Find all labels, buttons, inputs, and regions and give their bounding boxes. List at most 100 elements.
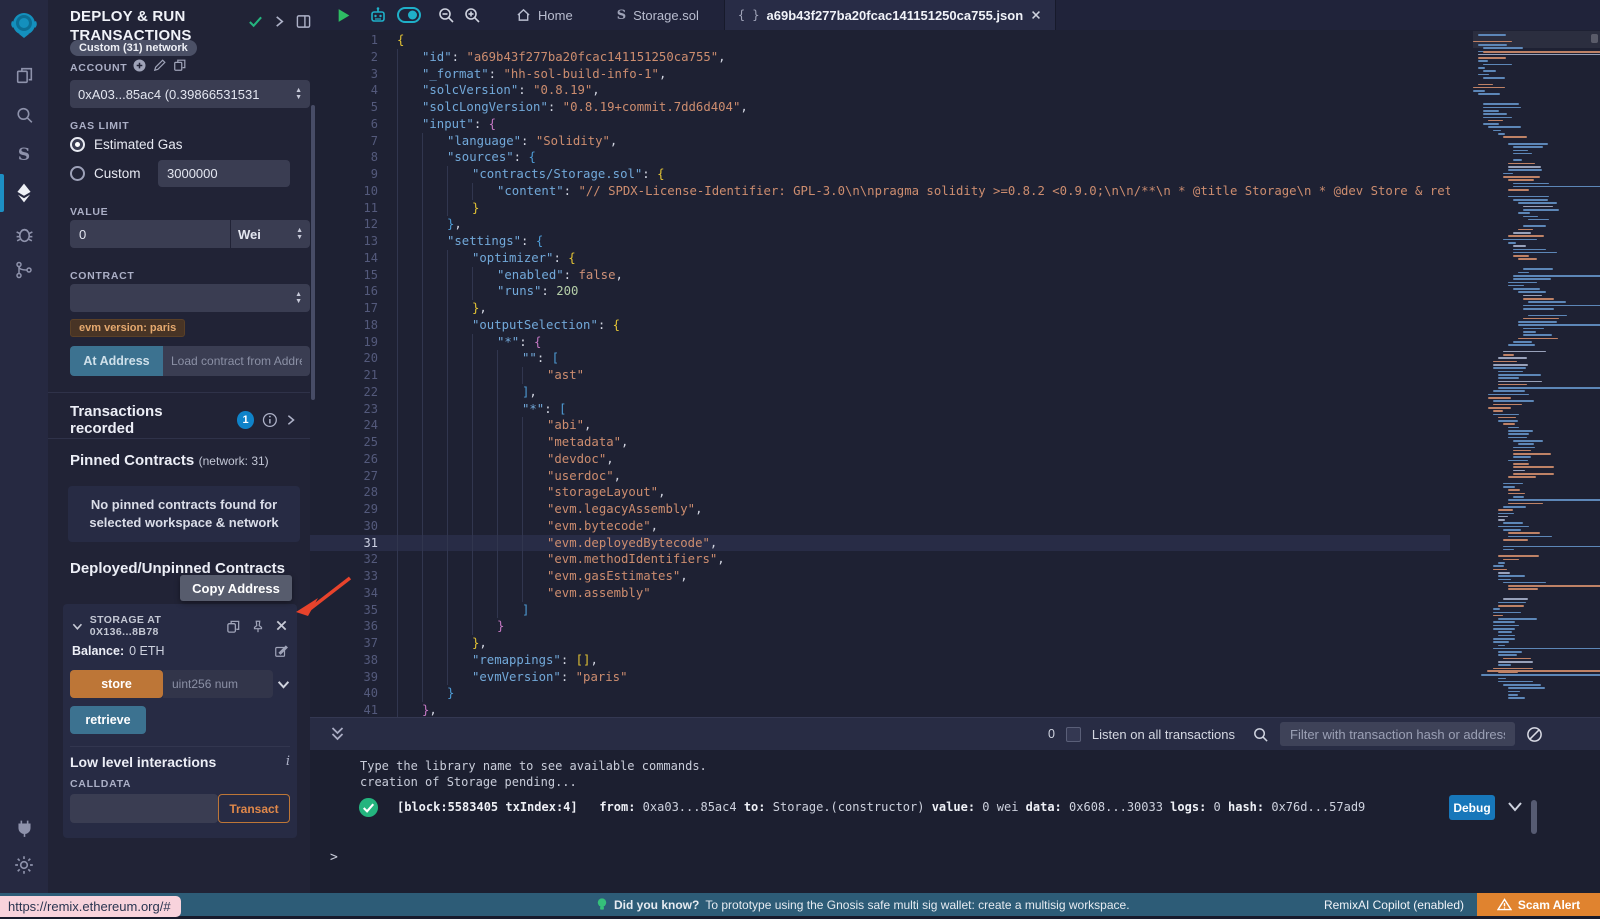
account-select[interactable]: 0xA03...85ac4 (0.39866531531 ▲▼ bbox=[70, 80, 310, 108]
chevron-right-icon[interactable] bbox=[274, 15, 285, 28]
value-unit-select[interactable]: Wei ▲▼ bbox=[231, 220, 310, 248]
search-icon[interactable] bbox=[0, 95, 48, 135]
stepper-icon[interactable]: ▲▼ bbox=[295, 87, 302, 101]
copy-account-icon[interactable] bbox=[173, 58, 187, 77]
git-icon[interactable] bbox=[0, 250, 48, 290]
code-line[interactable]: 39"evmVersion": "paris" bbox=[310, 669, 1450, 686]
listen-checkbox[interactable] bbox=[1066, 727, 1081, 742]
code-line[interactable]: 14"optimizer": { bbox=[310, 250, 1450, 267]
code-line[interactable]: 10"content": "// SPDX-License-Identifier… bbox=[310, 183, 1450, 200]
expand-terminal-icon[interactable] bbox=[330, 726, 345, 742]
terminal-scrollbar[interactable] bbox=[1531, 800, 1537, 834]
estimated-gas-radio[interactable] bbox=[70, 137, 85, 152]
code-line[interactable]: 13"settings": { bbox=[310, 233, 1450, 250]
close-tab-icon[interactable] bbox=[1030, 9, 1042, 21]
expand-tx-icon[interactable] bbox=[1507, 801, 1523, 813]
zoom-in-icon[interactable] bbox=[463, 6, 481, 24]
code-line[interactable]: 20"": [ bbox=[310, 350, 1450, 367]
code-line[interactable]: 26"devdoc", bbox=[310, 451, 1450, 468]
low-level-info-icon[interactable]: i bbox=[286, 754, 290, 770]
stepper-icon[interactable]: ▲▼ bbox=[296, 227, 303, 241]
tab-json-active[interactable]: { } a69b43f277ba20fcac141151250ca755.jso… bbox=[724, 0, 1056, 30]
code-line[interactable]: 35] bbox=[310, 602, 1450, 619]
code-line[interactable]: 25"metadata", bbox=[310, 434, 1450, 451]
code-line[interactable]: 24"abi", bbox=[310, 417, 1450, 434]
code-line[interactable]: 15"enabled": false, bbox=[310, 267, 1450, 284]
deploy-run-icon[interactable] bbox=[0, 173, 48, 213]
custom-gas-radio[interactable] bbox=[70, 166, 85, 181]
minimap[interactable] bbox=[1473, 30, 1600, 717]
expand-transactions-icon[interactable] bbox=[286, 414, 296, 426]
code-line[interactable]: 8"sources": { bbox=[310, 149, 1450, 166]
transact-button[interactable]: Transact bbox=[218, 794, 290, 823]
code-editor[interactable]: 1{2"id": "a69b43f277ba20fcac141151250ca7… bbox=[310, 30, 1600, 717]
code-line[interactable]: 2"id": "a69b43f277ba20fcac141151250ca755… bbox=[310, 49, 1450, 66]
code-line[interactable]: 11} bbox=[310, 200, 1450, 217]
debug-button[interactable]: Debug bbox=[1449, 795, 1495, 820]
code-line[interactable]: 22], bbox=[310, 384, 1450, 401]
contract-select[interactable]: ▲▼ bbox=[70, 284, 310, 312]
code-line[interactable]: 34"evm.assembly" bbox=[310, 585, 1450, 602]
edit-balance-icon[interactable] bbox=[274, 644, 288, 658]
code-line[interactable]: 31"evm.deployedBytecode", bbox=[310, 535, 1450, 552]
load-contract-input[interactable] bbox=[163, 346, 310, 376]
run-script-icon[interactable] bbox=[337, 8, 351, 23]
panel-scrollbar[interactable] bbox=[311, 105, 315, 400]
expand-args-icon[interactable] bbox=[277, 680, 290, 689]
remix-logo[interactable] bbox=[0, 6, 48, 44]
code-line[interactable]: 37}, bbox=[310, 635, 1450, 652]
retrieve-button[interactable]: retrieve bbox=[70, 706, 146, 734]
edit-account-icon[interactable] bbox=[153, 58, 167, 77]
code-line[interactable]: 28"storageLayout", bbox=[310, 484, 1450, 501]
tx-log-line[interactable]: [block:5583405 txIndex:4] from: 0xa03...… bbox=[397, 800, 1437, 814]
zoom-out-icon[interactable] bbox=[437, 6, 455, 24]
store-args-input[interactable] bbox=[163, 670, 273, 698]
value-input[interactable] bbox=[70, 220, 230, 248]
code-line[interactable]: 30"evm.bytecode", bbox=[310, 518, 1450, 535]
code-line[interactable]: 18"outputSelection": { bbox=[310, 317, 1450, 334]
copilot-toggle-icon[interactable] bbox=[397, 7, 421, 23]
code-line[interactable]: 7"language": "Solidity", bbox=[310, 133, 1450, 150]
tab-home[interactable]: Home bbox=[503, 0, 586, 30]
info-icon[interactable] bbox=[262, 412, 278, 428]
stepper-icon[interactable]: ▲▼ bbox=[295, 291, 302, 305]
code-line[interactable]: 23"*": [ bbox=[310, 401, 1450, 418]
clear-terminal-icon[interactable] bbox=[1526, 726, 1543, 743]
code-line[interactable]: 36} bbox=[310, 618, 1450, 635]
code-line[interactable]: 6"input": { bbox=[310, 116, 1450, 133]
code-line[interactable]: 9"contracts/Storage.sol": { bbox=[310, 166, 1450, 183]
copilot-status[interactable]: RemixAI Copilot (enabled) bbox=[1324, 898, 1464, 912]
custom-gas-input[interactable] bbox=[158, 160, 290, 187]
code-line[interactable]: 16"runs": 200 bbox=[310, 283, 1450, 300]
code-line[interactable]: 19"*": { bbox=[310, 334, 1450, 351]
collapse-instance-icon[interactable] bbox=[72, 622, 83, 631]
plugin-manager-icon[interactable] bbox=[0, 808, 48, 848]
scam-alert-button[interactable]: Scam Alert bbox=[1477, 893, 1600, 916]
terminal[interactable]: Type the library name to see available c… bbox=[310, 750, 1600, 893]
settings-gear-icon[interactable] bbox=[0, 845, 48, 885]
terminal-filter-input[interactable] bbox=[1280, 722, 1515, 746]
editor-scrollbar[interactable] bbox=[1591, 34, 1598, 43]
pin-panel-icon[interactable] bbox=[296, 14, 311, 29]
add-account-icon[interactable] bbox=[132, 58, 147, 78]
code-line[interactable]: 3"_format": "hh-sol-build-info-1", bbox=[310, 66, 1450, 83]
at-address-button[interactable]: At Address bbox=[70, 346, 163, 376]
code-line[interactable]: 1{ bbox=[310, 32, 1450, 49]
code-line[interactable]: 27"userdoc", bbox=[310, 468, 1450, 485]
code-line[interactable]: 40} bbox=[310, 685, 1450, 702]
code-line[interactable]: 5"solcLongVersion": "0.8.19+commit.7dd6d… bbox=[310, 99, 1450, 116]
ai-assistant-icon[interactable] bbox=[368, 6, 388, 24]
code-line[interactable]: 38"remappings": [], bbox=[310, 652, 1450, 669]
solidity-compiler-icon[interactable]: S bbox=[0, 135, 48, 175]
code-line[interactable]: 33"evm.gasEstimates", bbox=[310, 568, 1450, 585]
code-line[interactable]: 17}, bbox=[310, 300, 1450, 317]
code-line[interactable]: 41}, bbox=[310, 702, 1450, 717]
calldata-input[interactable] bbox=[70, 794, 218, 823]
code-line[interactable]: 4"solcVersion": "0.8.19", bbox=[310, 82, 1450, 99]
store-button[interactable]: store bbox=[70, 670, 163, 698]
code-line[interactable]: 32"evm.methodIdentifiers", bbox=[310, 551, 1450, 568]
code-line[interactable]: 12}, bbox=[310, 216, 1450, 233]
file-explorer-icon[interactable] bbox=[0, 55, 48, 95]
debugger-icon[interactable] bbox=[0, 213, 48, 253]
tab-storage-sol[interactable]: S Storage.sol bbox=[604, 0, 712, 30]
